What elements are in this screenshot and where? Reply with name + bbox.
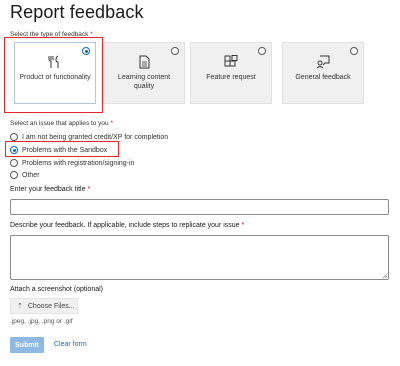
page-title: Report feedback — [10, 2, 144, 22]
card-feature-request[interactable]: Feature request — [190, 42, 272, 104]
submit-button[interactable]: Submit — [10, 337, 44, 353]
issue-option-registration[interactable]: Problems with registration/signing-in — [10, 158, 134, 168]
clear-form-link[interactable]: Clear form — [54, 341, 87, 348]
radio-button[interactable] — [10, 171, 18, 179]
card-label: Feature request — [206, 74, 256, 81]
highlight-box-card — [4, 37, 103, 113]
choose-files-button[interactable]: ⇡ Choose Files... — [10, 298, 78, 314]
card-radio[interactable] — [350, 47, 358, 55]
card-radio[interactable] — [171, 47, 179, 55]
chat-person-icon — [316, 55, 330, 69]
upload-icon: ⇡ — [17, 303, 23, 310]
document-icon — [139, 55, 150, 69]
description-wrapper — [10, 235, 389, 280]
radio-button[interactable] — [10, 133, 18, 141]
issue-label: Select an issue that applies to you * — [10, 120, 113, 127]
radio-button[interactable] — [10, 159, 18, 167]
card-radio[interactable] — [258, 47, 266, 55]
issue-option-other[interactable]: Other — [10, 170, 40, 180]
attachment-label: Attach a screenshot (optional) — [10, 286, 103, 293]
card-general-feedback[interactable]: General feedback — [282, 42, 364, 104]
description-label: Describe your feedback. If applicable, i… — [10, 222, 245, 229]
file-type-hint: .jpeg, .jpg, .png or .gif — [10, 318, 73, 325]
feedback-title-input[interactable] — [10, 199, 389, 215]
card-learning-content[interactable]: Learning content quality — [103, 42, 185, 104]
card-label: General feedback — [295, 74, 351, 81]
add-apps-icon — [224, 55, 238, 67]
resize-grip-icon[interactable] — [382, 273, 388, 279]
feedback-title-label: Enter your feedback title * — [10, 186, 91, 193]
highlight-box-option — [5, 141, 119, 157]
card-label: Learning content quality — [117, 74, 171, 90]
description-textarea[interactable] — [10, 235, 389, 280]
